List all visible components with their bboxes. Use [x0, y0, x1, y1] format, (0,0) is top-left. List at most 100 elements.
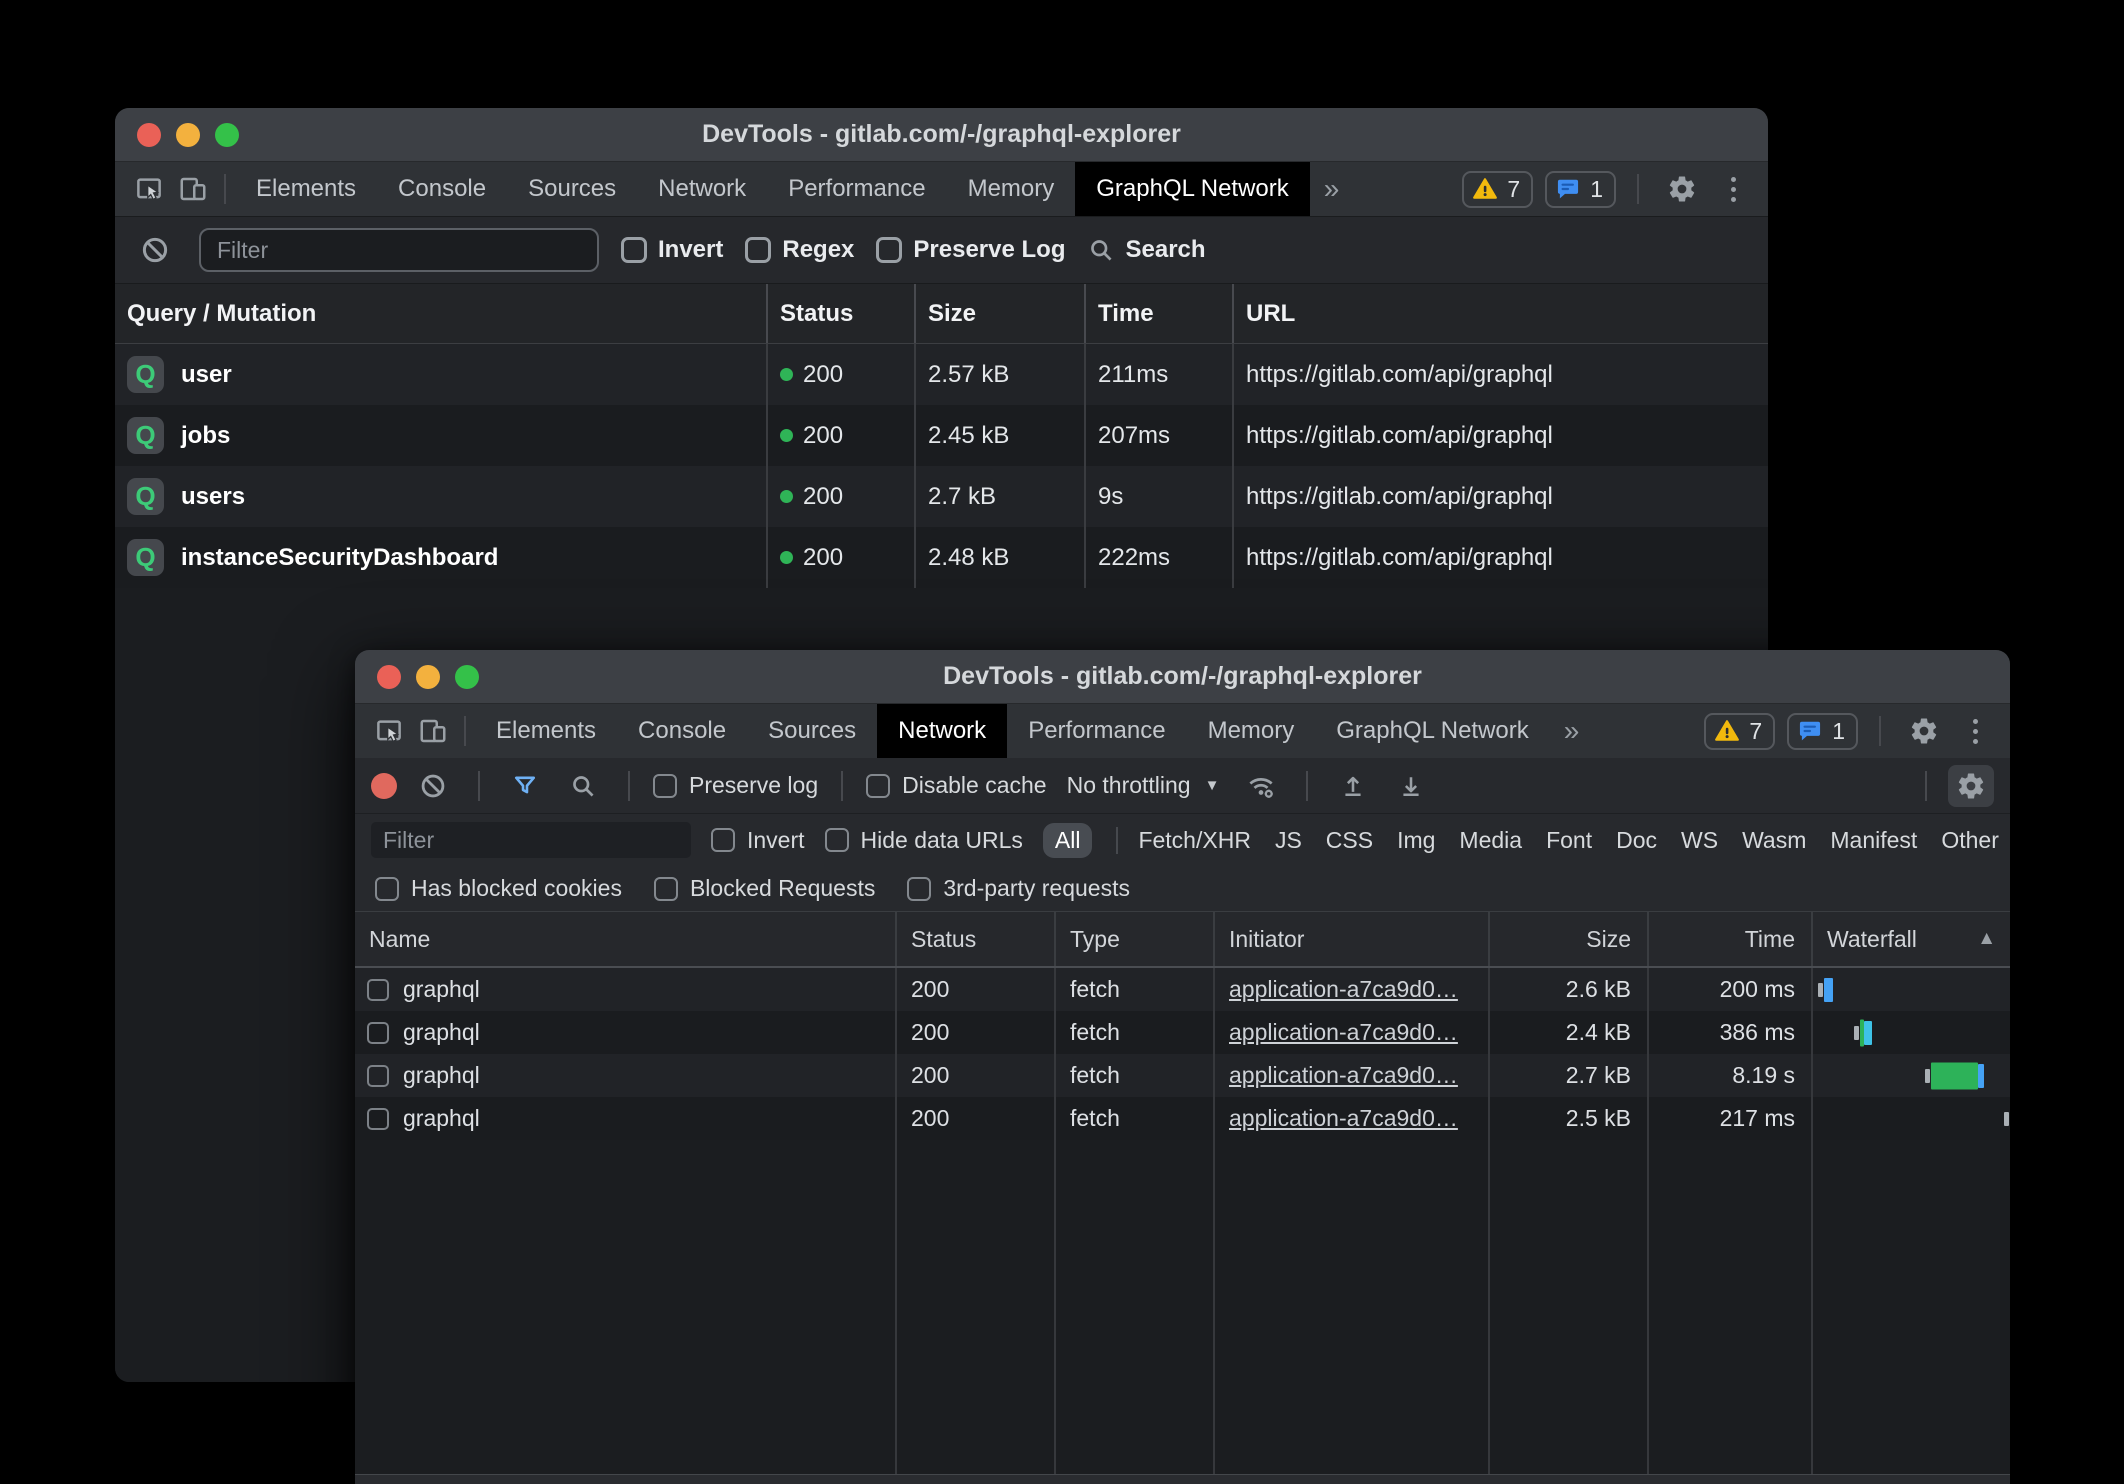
preserve-log-checkbox[interactable]: Preserve Log [876, 236, 1065, 264]
resource-type-filter[interactable]: All [1043, 823, 1093, 858]
resource-type-filter[interactable]: Wasm [1742, 827, 1806, 854]
column-header-time[interactable]: Time [1084, 284, 1232, 343]
search-toggle[interactable]: Search [1087, 236, 1205, 264]
preserve-log-checkbox[interactable]: Preserve log [653, 772, 818, 799]
initiator-link[interactable]: application-a7ca9d0… [1229, 976, 1458, 1003]
close-button[interactable] [377, 665, 401, 689]
title-bar[interactable]: DevTools - gitlab.com/-/graphql-explorer [115, 108, 1768, 162]
column-header-waterfall[interactable]: Waterfall ▲ [1811, 912, 2010, 966]
settings-gear-icon[interactable] [1660, 174, 1704, 204]
network-filter-input[interactable] [371, 822, 691, 858]
throttling-select[interactable]: No throttling ▼ [1061, 772, 1226, 799]
close-button[interactable] [137, 123, 161, 147]
column-header-status[interactable]: Status [895, 912, 1054, 966]
network-request-row[interactable]: graphql 200 fetch application-a7ca9d0… 2… [355, 1054, 2010, 1097]
query-row[interactable]: Q users 200 2.7 kB 9s https://gitlab.com… [115, 466, 1768, 527]
checkbox-box[interactable] [653, 774, 677, 798]
column-header-size[interactable]: Size [1488, 912, 1647, 966]
network-conditions-icon[interactable] [1239, 771, 1283, 801]
network-settings-gear-icon[interactable] [1948, 765, 1994, 807]
minimize-button[interactable] [416, 665, 440, 689]
invert-checkbox[interactable]: Invert [711, 827, 805, 854]
panel-tab[interactable]: Console [377, 162, 507, 216]
record-button[interactable] [371, 773, 397, 799]
row-checkbox[interactable] [367, 979, 389, 1001]
checkbox-box[interactable] [375, 877, 399, 901]
issues-badge[interactable]: 1 [1787, 713, 1858, 750]
checkbox-box[interactable] [907, 877, 931, 901]
graphql-filter-input[interactable] [199, 228, 599, 272]
resource-type-filter[interactable]: Media [1459, 827, 1522, 854]
resource-type-filter[interactable]: Fetch/XHR [1116, 827, 1250, 854]
disable-cache-checkbox[interactable]: Disable cache [866, 772, 1046, 799]
settings-gear-icon[interactable] [1902, 716, 1946, 746]
inspect-icon[interactable] [367, 704, 411, 758]
resource-type-filter[interactable]: Img [1397, 827, 1435, 854]
title-bar[interactable]: DevTools - gitlab.com/-/graphql-explorer [355, 650, 2010, 704]
resource-type-filter[interactable]: JS [1275, 827, 1302, 854]
filter-icon[interactable] [503, 772, 547, 800]
panel-tab[interactable]: Memory [1187, 704, 1316, 758]
column-header-status[interactable]: Status [766, 284, 914, 343]
row-checkbox[interactable] [367, 1065, 389, 1087]
column-header-query[interactable]: Query / Mutation [115, 284, 766, 343]
kebab-menu-icon[interactable] [1716, 177, 1750, 202]
device-toolbar-icon[interactable] [171, 162, 215, 216]
request-filter-checkbox[interactable]: Has blocked cookies [375, 875, 622, 902]
panel-tab[interactable]: GraphQL Network [1075, 162, 1310, 216]
panel-tab[interactable]: Network [877, 704, 1007, 758]
more-tabs-icon[interactable]: » [1310, 162, 1354, 216]
resource-type-filter[interactable]: Other [1941, 827, 1999, 854]
request-filter-checkbox[interactable]: 3rd-party requests [907, 875, 1130, 902]
row-checkbox[interactable] [367, 1108, 389, 1130]
column-header-name[interactable]: Name [355, 912, 895, 966]
panel-tab[interactable]: Performance [1007, 704, 1186, 758]
device-toolbar-icon[interactable] [411, 704, 455, 758]
initiator-link[interactable]: application-a7ca9d0… [1229, 1105, 1458, 1132]
panel-tab[interactable]: Elements [475, 704, 617, 758]
resource-type-filter[interactable]: Manifest [1830, 827, 1917, 854]
export-har-icon[interactable] [1389, 772, 1433, 800]
initiator-link[interactable]: application-a7ca9d0… [1229, 1019, 1458, 1046]
query-row[interactable]: Q user 200 2.57 kB 211ms https://gitlab.… [115, 344, 1768, 405]
inspect-icon[interactable] [127, 162, 171, 216]
resource-type-filter[interactable]: WS [1681, 827, 1718, 854]
resource-type-filter[interactable]: Doc [1616, 827, 1657, 854]
checkbox-box[interactable] [825, 828, 849, 852]
network-request-row[interactable]: graphql 200 fetch application-a7ca9d0… 2… [355, 968, 2010, 1011]
hide-data-urls-checkbox[interactable]: Hide data URLs [825, 827, 1023, 854]
panel-tab[interactable]: Elements [235, 162, 377, 216]
panel-tab[interactable]: Sources [747, 704, 877, 758]
zoom-button[interactable] [455, 665, 479, 689]
network-request-row[interactable]: graphql 200 fetch application-a7ca9d0… 2… [355, 1011, 2010, 1054]
column-header-initiator[interactable]: Initiator [1213, 912, 1488, 966]
panel-tab[interactable]: Sources [507, 162, 637, 216]
issues-badge[interactable]: 1 [1545, 171, 1616, 208]
more-tabs-icon[interactable]: » [1550, 704, 1594, 758]
request-filter-checkbox[interactable]: Blocked Requests [654, 875, 875, 902]
warnings-badge[interactable]: 7 [1704, 713, 1775, 750]
clear-icon[interactable] [133, 235, 177, 265]
panel-tab[interactable]: Performance [767, 162, 946, 216]
checkbox-box[interactable] [711, 828, 735, 852]
resource-type-filter[interactable]: CSS [1326, 827, 1373, 854]
panel-tab[interactable]: Memory [947, 162, 1076, 216]
row-checkbox[interactable] [367, 1022, 389, 1044]
kebab-menu-icon[interactable] [1958, 719, 1992, 744]
column-header-url[interactable]: URL [1232, 284, 1768, 343]
warnings-badge[interactable]: 7 [1462, 171, 1533, 208]
checkbox-box[interactable] [876, 237, 902, 263]
regex-checkbox[interactable]: Regex [745, 236, 854, 264]
panel-tab[interactable]: Console [617, 704, 747, 758]
import-har-icon[interactable] [1331, 772, 1375, 800]
checkbox-box[interactable] [654, 877, 678, 901]
query-row[interactable]: Q instanceSecurityDashboard 200 2.48 kB … [115, 527, 1768, 588]
query-row[interactable]: Q jobs 200 2.45 kB 207ms https://gitlab.… [115, 405, 1768, 466]
resource-type-filter[interactable]: Font [1546, 827, 1592, 854]
checkbox-box[interactable] [866, 774, 890, 798]
minimize-button[interactable] [176, 123, 200, 147]
panel-tab[interactable]: GraphQL Network [1315, 704, 1550, 758]
column-header-size[interactable]: Size [914, 284, 1084, 343]
column-header-type[interactable]: Type [1054, 912, 1213, 966]
checkbox-box[interactable] [621, 237, 647, 263]
